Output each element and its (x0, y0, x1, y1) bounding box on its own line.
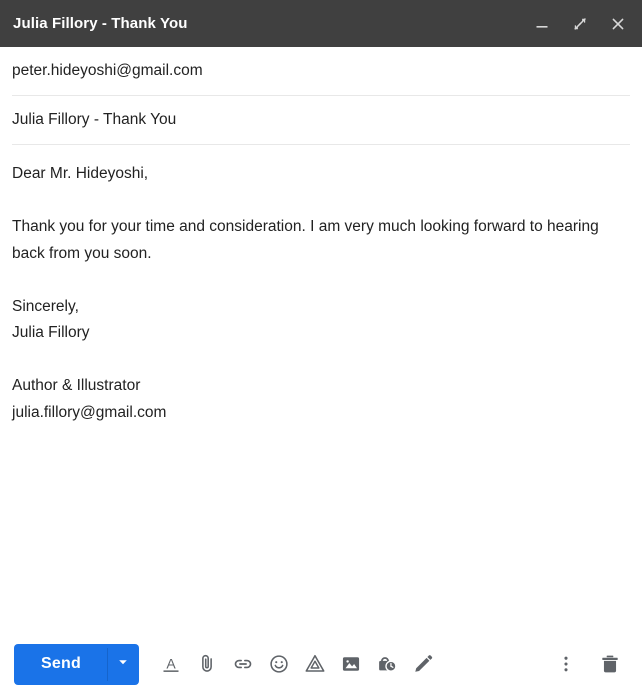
minimize-icon (534, 16, 550, 32)
close-button[interactable] (608, 14, 628, 34)
expand-icon (572, 16, 588, 32)
more-options-button[interactable] (548, 646, 584, 682)
send-options-button[interactable] (108, 644, 139, 685)
emoji-icon (268, 653, 290, 675)
paperclip-icon (196, 653, 218, 675)
send-button-group[interactable]: Send (14, 643, 139, 685)
formatting-options-button[interactable]: A (153, 646, 189, 682)
discard-draft-button[interactable] (592, 646, 628, 682)
subject-input[interactable]: Julia Fillory - Thank You (12, 111, 176, 130)
confidential-mode-button[interactable] (369, 646, 405, 682)
expand-button[interactable] (570, 14, 590, 34)
message-body-input[interactable]: Dear Mr. Hideyoshi, Thank you for your t… (12, 161, 630, 426)
compose-title: Julia Fillory - Thank You (13, 15, 188, 32)
trash-icon (599, 653, 621, 675)
window-controls (532, 14, 628, 34)
format-text-icon: A (160, 653, 182, 675)
insert-drive-file-button[interactable] (297, 646, 333, 682)
lock-clock-icon (376, 653, 398, 675)
compose-toolbar: Send A (0, 628, 642, 700)
close-icon (610, 16, 626, 32)
pen-icon (412, 653, 434, 675)
to-field-row[interactable]: peter.hideyoshi@gmail.com (0, 47, 642, 96)
more-vertical-icon (556, 654, 576, 674)
insert-signature-button[interactable] (405, 646, 441, 682)
to-input[interactable]: peter.hideyoshi@gmail.com (12, 62, 203, 81)
toolbar-icons: A (153, 646, 441, 682)
send-divider (106, 647, 108, 681)
compose-window: Julia Fillory - Thank You peter.hideyosh… (0, 0, 642, 700)
chevron-down-icon (116, 655, 130, 674)
subject-field-row[interactable]: Julia Fillory - Thank You (0, 96, 642, 145)
insert-link-button[interactable] (225, 646, 261, 682)
insert-emoji-button[interactable] (261, 646, 297, 682)
compose-title-bar: Julia Fillory - Thank You (0, 0, 642, 47)
svg-text:A: A (166, 656, 176, 672)
link-icon (232, 653, 254, 675)
message-body-area[interactable]: Dear Mr. Hideyoshi, Thank you for your t… (0, 145, 642, 628)
minimize-button[interactable] (532, 14, 552, 34)
attach-files-button[interactable] (189, 646, 225, 682)
toolbar-right-icons (548, 646, 628, 682)
image-icon (340, 653, 362, 675)
google-drive-icon (304, 653, 326, 675)
insert-photo-button[interactable] (333, 646, 369, 682)
send-button[interactable]: Send (14, 644, 107, 685)
